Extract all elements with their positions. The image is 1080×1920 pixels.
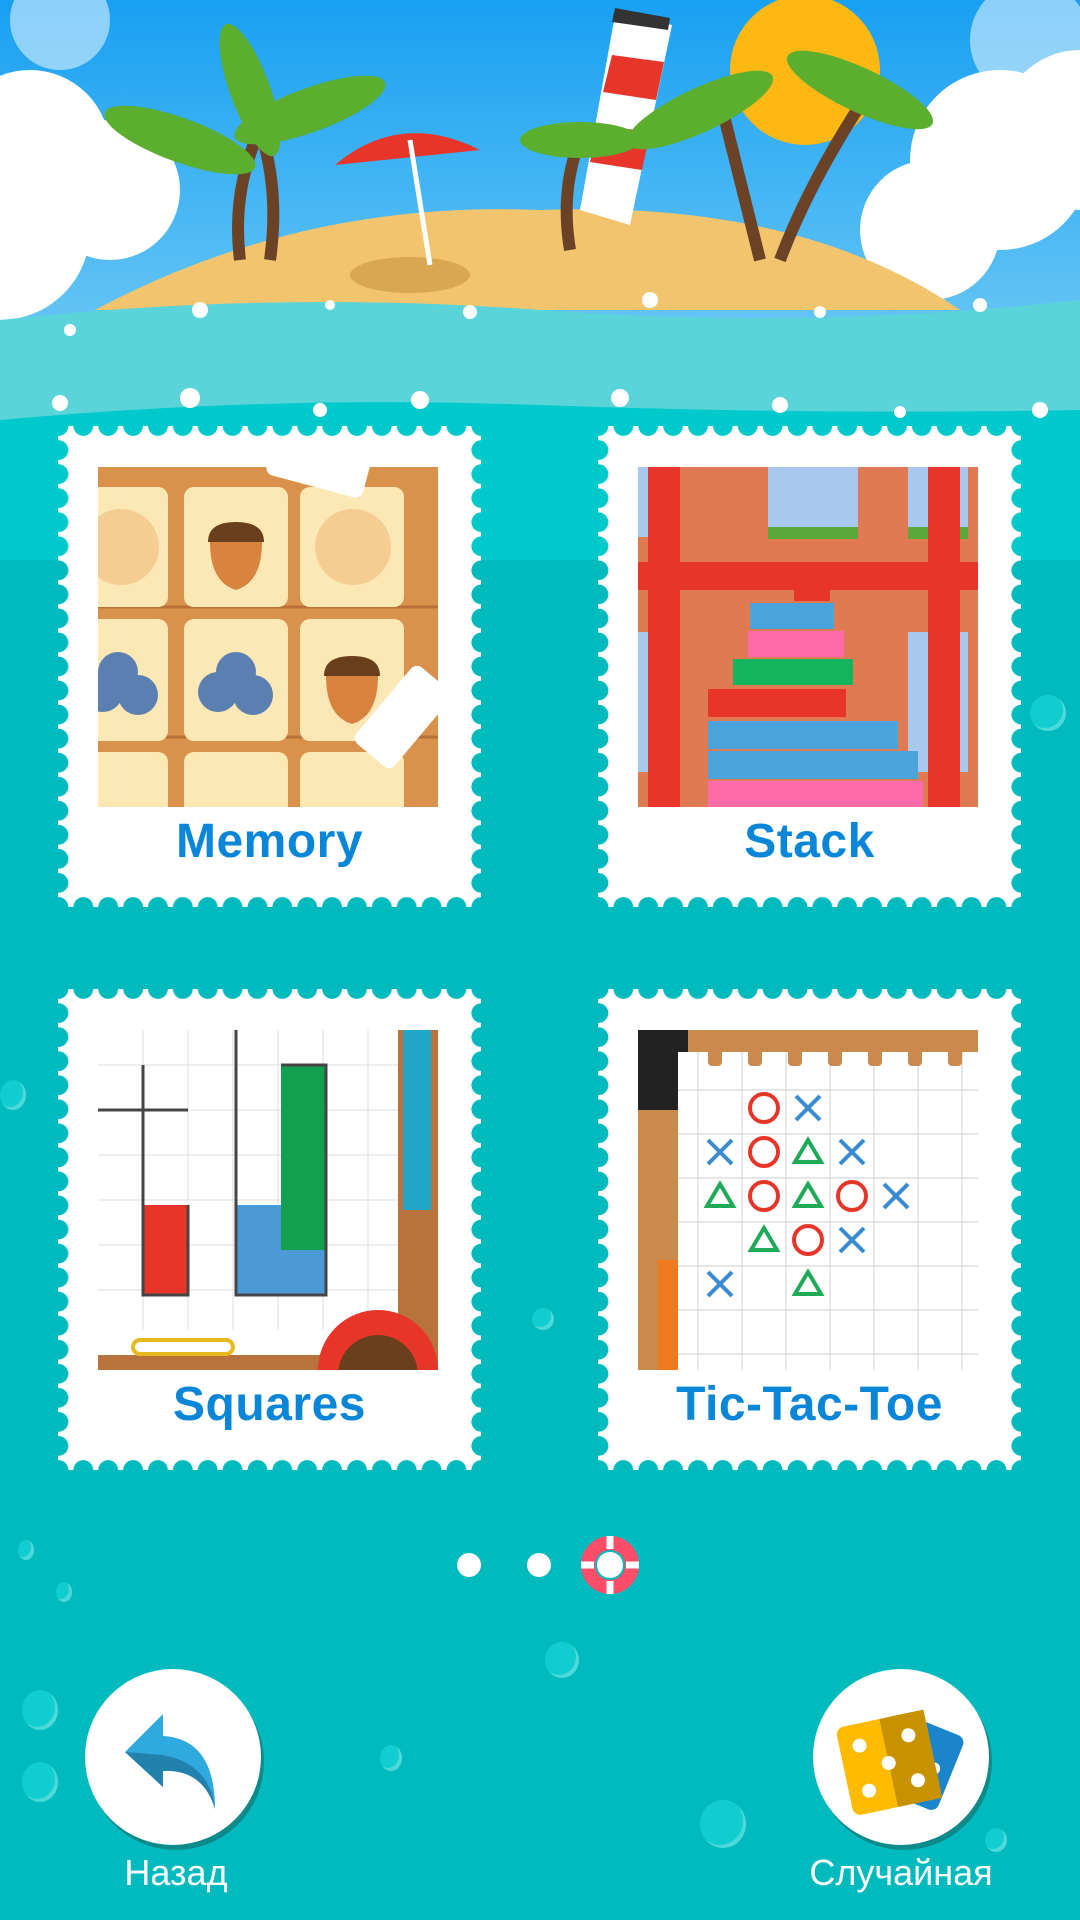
bubble: [532, 1308, 554, 1330]
squares-thumbnail: [98, 1030, 438, 1370]
bubble: [380, 1745, 402, 1771]
bubble: [0, 1080, 26, 1110]
bubble: [18, 1540, 34, 1560]
game-card-tic-tac-toe[interactable]: Tic-Tac-Toe: [598, 989, 1021, 1470]
game-title: Tic-Tac-Toe: [676, 1378, 943, 1431]
lifebuoy-icon: [581, 1536, 639, 1594]
game-card-squares[interactable]: Squares: [58, 989, 481, 1470]
game-card-memory[interactable]: Memory: [58, 426, 481, 907]
bubble: [22, 1690, 58, 1730]
tic-tac-toe-thumbnail: [638, 1030, 978, 1370]
stack-thumbnail: [638, 467, 978, 807]
memory-thumbnail: [98, 467, 438, 807]
dice-icon: [836, 1709, 964, 1815]
game-title: Squares: [173, 1378, 366, 1431]
page-indicator-1[interactable]: [457, 1553, 481, 1577]
game-title: Stack: [744, 815, 875, 868]
bubble: [56, 1582, 72, 1602]
bubble: [545, 1642, 579, 1678]
game-card-stack[interactable]: Stack: [598, 426, 1021, 907]
page-indicator-2[interactable]: [527, 1553, 551, 1577]
bubble: [700, 1800, 746, 1848]
back-label: Назад: [124, 1852, 228, 1893]
back-arrow-icon: [125, 1714, 215, 1809]
bubble: [1030, 695, 1066, 731]
game-title: Memory: [175, 815, 364, 868]
random-game-button[interactable]: [813, 1669, 989, 1845]
back-button[interactable]: [85, 1669, 261, 1845]
random-label: Случайная: [809, 1852, 993, 1893]
bubble: [22, 1762, 58, 1802]
